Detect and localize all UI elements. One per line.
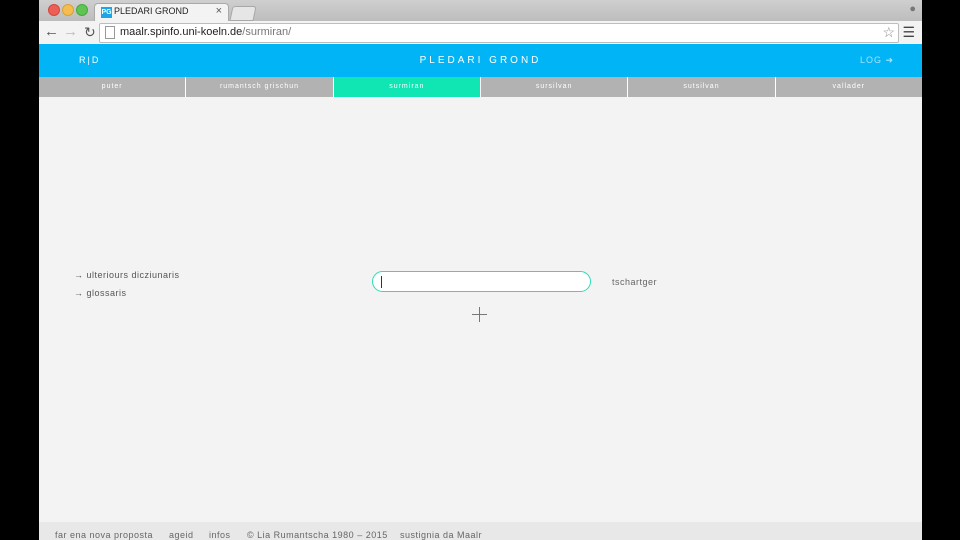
footer-support-link[interactable]: sustignia da Maalr	[400, 530, 482, 540]
favicon-icon: PG	[101, 7, 112, 18]
side-links: → ulteriours dicziunaris → glossaris	[74, 270, 180, 306]
browser-window: PG PLEDARI GROND × ● ← → ↻ maalr.spinfo.…	[39, 0, 922, 540]
site-title: PLEDARI GROND	[419, 55, 542, 66]
tab-rumantsch-grischun[interactable]: rumantsch grischun	[186, 77, 334, 97]
link-glossaries[interactable]: → glossaris	[74, 288, 180, 298]
arrow-left-icon[interactable]: ←	[44, 23, 59, 41]
window-maximize-button[interactable]	[76, 4, 88, 16]
tab-strip: PG PLEDARI GROND × ●	[39, 0, 922, 22]
search-input[interactable]	[372, 271, 591, 292]
footer-proposal-link[interactable]: far ena nova proposta	[55, 530, 153, 540]
plus-icon[interactable]	[472, 307, 487, 322]
window-close-button[interactable]	[48, 4, 60, 16]
search-language-toggle[interactable]: tschartger	[612, 277, 657, 287]
tab-title: PLEDARI GROND	[114, 6, 189, 16]
tab-sursilvan[interactable]: sursilvan	[480, 77, 629, 97]
footer: far ena nova proposta ageid infos © Lia …	[39, 522, 922, 540]
tab-sutsilvan[interactable]: sutsilvan	[628, 77, 776, 97]
link-other-dictionaries[interactable]: → ulteriours dicziunaris	[74, 270, 180, 280]
new-tab-button[interactable]	[229, 6, 257, 21]
footer-infos-link[interactable]: infos	[209, 530, 231, 540]
browser-toolbar: ← → ↻ maalr.spinfo.uni-koeln.de/surmiran…	[39, 21, 922, 45]
arrow-right-icon[interactable]: →	[63, 23, 78, 41]
star-icon[interactable]: ☆	[882, 24, 895, 41]
reload-icon[interactable]: ↻	[84, 23, 96, 41]
url-host: maalr.spinfo.uni-koeln.de	[120, 26, 243, 38]
close-icon[interactable]: ×	[216, 5, 222, 17]
login-link[interactable]: LOG ➜	[860, 55, 894, 66]
url-text[interactable]: maalr.spinfo.uni-koeln.de/surmiran/	[120, 26, 291, 38]
address-bar[interactable]: maalr.spinfo.uni-koeln.de/surmiran/ ☆	[99, 23, 899, 43]
tab-puter[interactable]: puter	[39, 77, 187, 97]
footer-help-link[interactable]: ageid	[169, 530, 194, 540]
browser-tab[interactable]: PG PLEDARI GROND ×	[94, 3, 229, 22]
user-icon[interactable]: ●	[909, 3, 916, 15]
tab-surmiran[interactable]: surmiran	[333, 77, 481, 97]
footer-copyright: © Lia Rumantscha 1980 – 2015	[247, 530, 388, 540]
url-path: /surmiran/	[242, 26, 292, 38]
language-tabs: puter rumantsch grischun surmiran sursil…	[39, 77, 922, 97]
text-cursor	[381, 276, 382, 288]
page-icon	[105, 26, 115, 39]
window-minimize-button[interactable]	[62, 4, 74, 16]
site-header: R|D PLEDARI GROND LOG ➜	[39, 44, 922, 77]
hamburger-menu-icon[interactable]: ☰	[902, 24, 915, 40]
tab-vallader[interactable]: vallader	[775, 77, 922, 97]
